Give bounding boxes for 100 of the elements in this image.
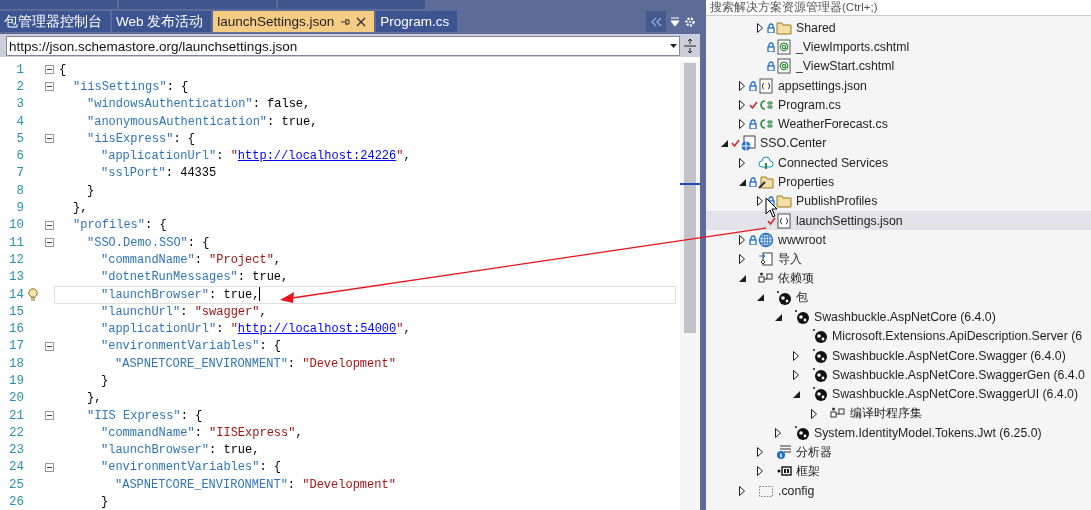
settings-icon[interactable]: [684, 15, 696, 28]
tree-item[interactable]: Swashbuckle.AspNetCore.SwaggerGen (6.4.0: [706, 365, 1091, 385]
tree-item[interactable]: Swashbuckle.AspNetCore.SwaggerUI (6.4.0): [706, 384, 1091, 404]
line-number: 3: [15, 97, 24, 112]
code-line: "ASPNETCORE_ENVIRONMENT": "Development": [114, 476, 397, 494]
tree-item[interactable]: 包: [706, 288, 1091, 308]
line-number: 5: [15, 131, 24, 146]
code-line: "applicationUrl": "http://localhost:54000",: [100, 321, 412, 339]
line-number: 13: [8, 270, 24, 285]
package-icon: [812, 347, 828, 364]
code-line: "environmentVariables": {: [100, 459, 283, 477]
dropdown-icon[interactable]: [670, 16, 680, 27]
scrollbar-thumb[interactable]: [684, 63, 696, 333]
collapse-icon[interactable]: [45, 220, 54, 230]
tree-item[interactable]: 依赖项: [706, 268, 1091, 289]
line-number: 20: [8, 391, 24, 406]
collapse-icon[interactable]: [45, 411, 54, 421]
tree-item[interactable]: Program.cs: [706, 95, 1091, 115]
line-number: 19: [8, 374, 24, 388]
scroll-left-icon[interactable]: [650, 16, 662, 27]
tree-item[interactable]: Swashbuckle.AspNetCore.Swagger (6.4.0): [706, 346, 1091, 366]
dropdown-caret-icon: [670, 44, 677, 48]
tree-item[interactable]: launchSettings.json: [706, 210, 1091, 231]
code-line: "profiles": {: [72, 217, 168, 235]
line-number: 4: [15, 114, 24, 129]
tree-item[interactable]: wwwroot: [706, 230, 1091, 250]
line-number: 17: [8, 339, 24, 354]
package-icon: [812, 328, 828, 345]
cloud-icon: [758, 154, 774, 171]
at-sign-file-icon: [776, 58, 792, 75]
line-number: 2: [15, 79, 24, 94]
tree-item[interactable]: 框架: [706, 461, 1091, 482]
code-line: {: [58, 61, 68, 79]
line-number: 25: [8, 477, 24, 492]
at-sign-file-icon: [776, 38, 792, 55]
tree-item[interactable]: WeatherForecast.cs: [706, 114, 1091, 134]
document-tab[interactable]: Program.cs: [376, 11, 458, 32]
lightbulb-icon[interactable]: [27, 287, 39, 302]
tree-item[interactable]: 导入: [706, 249, 1091, 269]
collapse-icon[interactable]: [45, 462, 54, 472]
line-number: 7: [15, 166, 24, 181]
line-number: 1: [15, 62, 24, 77]
code-line: "SSO.Demo.SSO": {: [86, 234, 211, 252]
code-line: }: [100, 494, 110, 510]
globe-window-icon: [740, 135, 756, 152]
tree-item[interactable]: 编译时程序集: [706, 403, 1091, 424]
tree-item[interactable]: _ViewImports.cshtml: [706, 37, 1091, 57]
package-icon: [812, 367, 828, 383]
code-line: "sslPort": 44335: [100, 165, 218, 183]
tree-item[interactable]: Properties: [706, 172, 1091, 192]
code-line: "launchUrl": "swagger",: [100, 303, 268, 321]
line-number: 6: [15, 149, 24, 164]
line-number: 23: [8, 443, 24, 458]
schema-url-field[interactable]: https://json.schemastore.org/launchsettings.json: [6, 36, 680, 56]
document-tab[interactable]: 包管理器控制台: [0, 11, 110, 32]
collapse-icon[interactable]: [45, 341, 54, 351]
tree-item[interactable]: Microsoft.Extensions.ApiDescription.Server (6: [706, 326, 1091, 347]
line-number: 18: [8, 356, 24, 371]
tree-item[interactable]: Shared: [706, 18, 1091, 38]
collapse-icon[interactable]: [45, 238, 54, 248]
code-line: "anonymousAuthentication": true,: [86, 113, 319, 131]
code-line: }: [100, 373, 110, 390]
package-icon: [812, 386, 828, 403]
package-icon: [794, 424, 810, 441]
tree-item[interactable]: _ViewStart.cshtml: [706, 56, 1091, 76]
folder-icon: [776, 19, 792, 36]
pin-icon: [340, 16, 351, 27]
line-number: 21: [8, 408, 24, 423]
tree-item[interactable]: 分析器: [706, 442, 1091, 462]
collapse-icon[interactable]: [45, 82, 54, 92]
import-file-icon: [758, 251, 774, 268]
scrollbar[interactable]: [680, 61, 700, 510]
code-line: "environmentVariables": {: [100, 338, 283, 356]
code-line: },: [86, 390, 103, 408]
code-line: "IIS Express": {: [86, 407, 204, 425]
caret-position-marker: [680, 183, 700, 185]
search-field[interactable]: 搜索解决方案资源管理器(Ctrl+;): [706, 0, 1091, 16]
tree-item[interactable]: Connected Services: [706, 153, 1091, 173]
tree-item[interactable]: .config: [706, 481, 1091, 501]
tree-item[interactable]: Swashbuckle.AspNetCore (6.4.0): [706, 307, 1091, 327]
tree-item[interactable]: SSO.Center: [706, 133, 1091, 154]
code-line: "iisExpress": {: [86, 130, 197, 148]
code-line: "commandName": "IISExpress",: [100, 424, 304, 442]
document-tab[interactable]: launchSettings.json: [213, 11, 375, 32]
split-window-icon[interactable]: [684, 39, 696, 53]
braces-file-icon: [776, 212, 792, 229]
braces-file-icon: [758, 77, 774, 94]
collapse-icon[interactable]: [45, 65, 54, 75]
tree-item[interactable]: System.IdentityModel.Tokens.Jwt (6.25.0): [706, 423, 1091, 443]
tree-item[interactable]: PublishProfiles: [706, 191, 1091, 211]
schema-url: https://json.schemastore.org/launchsettings.json: [9, 38, 299, 54]
tree-item[interactable]: appsettings.json: [706, 75, 1091, 96]
collapse-icon[interactable]: [45, 134, 54, 144]
document-tab[interactable]: Web 发布活动: [112, 11, 212, 32]
close-icon[interactable]: [356, 16, 367, 27]
code-line: "commandName": "Project",: [100, 251, 283, 269]
mouse-cursor-icon: [765, 197, 778, 218]
folder-icon: [776, 193, 792, 210]
code-line: "launchBrowser": true,: [100, 442, 261, 460]
info-list-icon: [776, 444, 792, 461]
